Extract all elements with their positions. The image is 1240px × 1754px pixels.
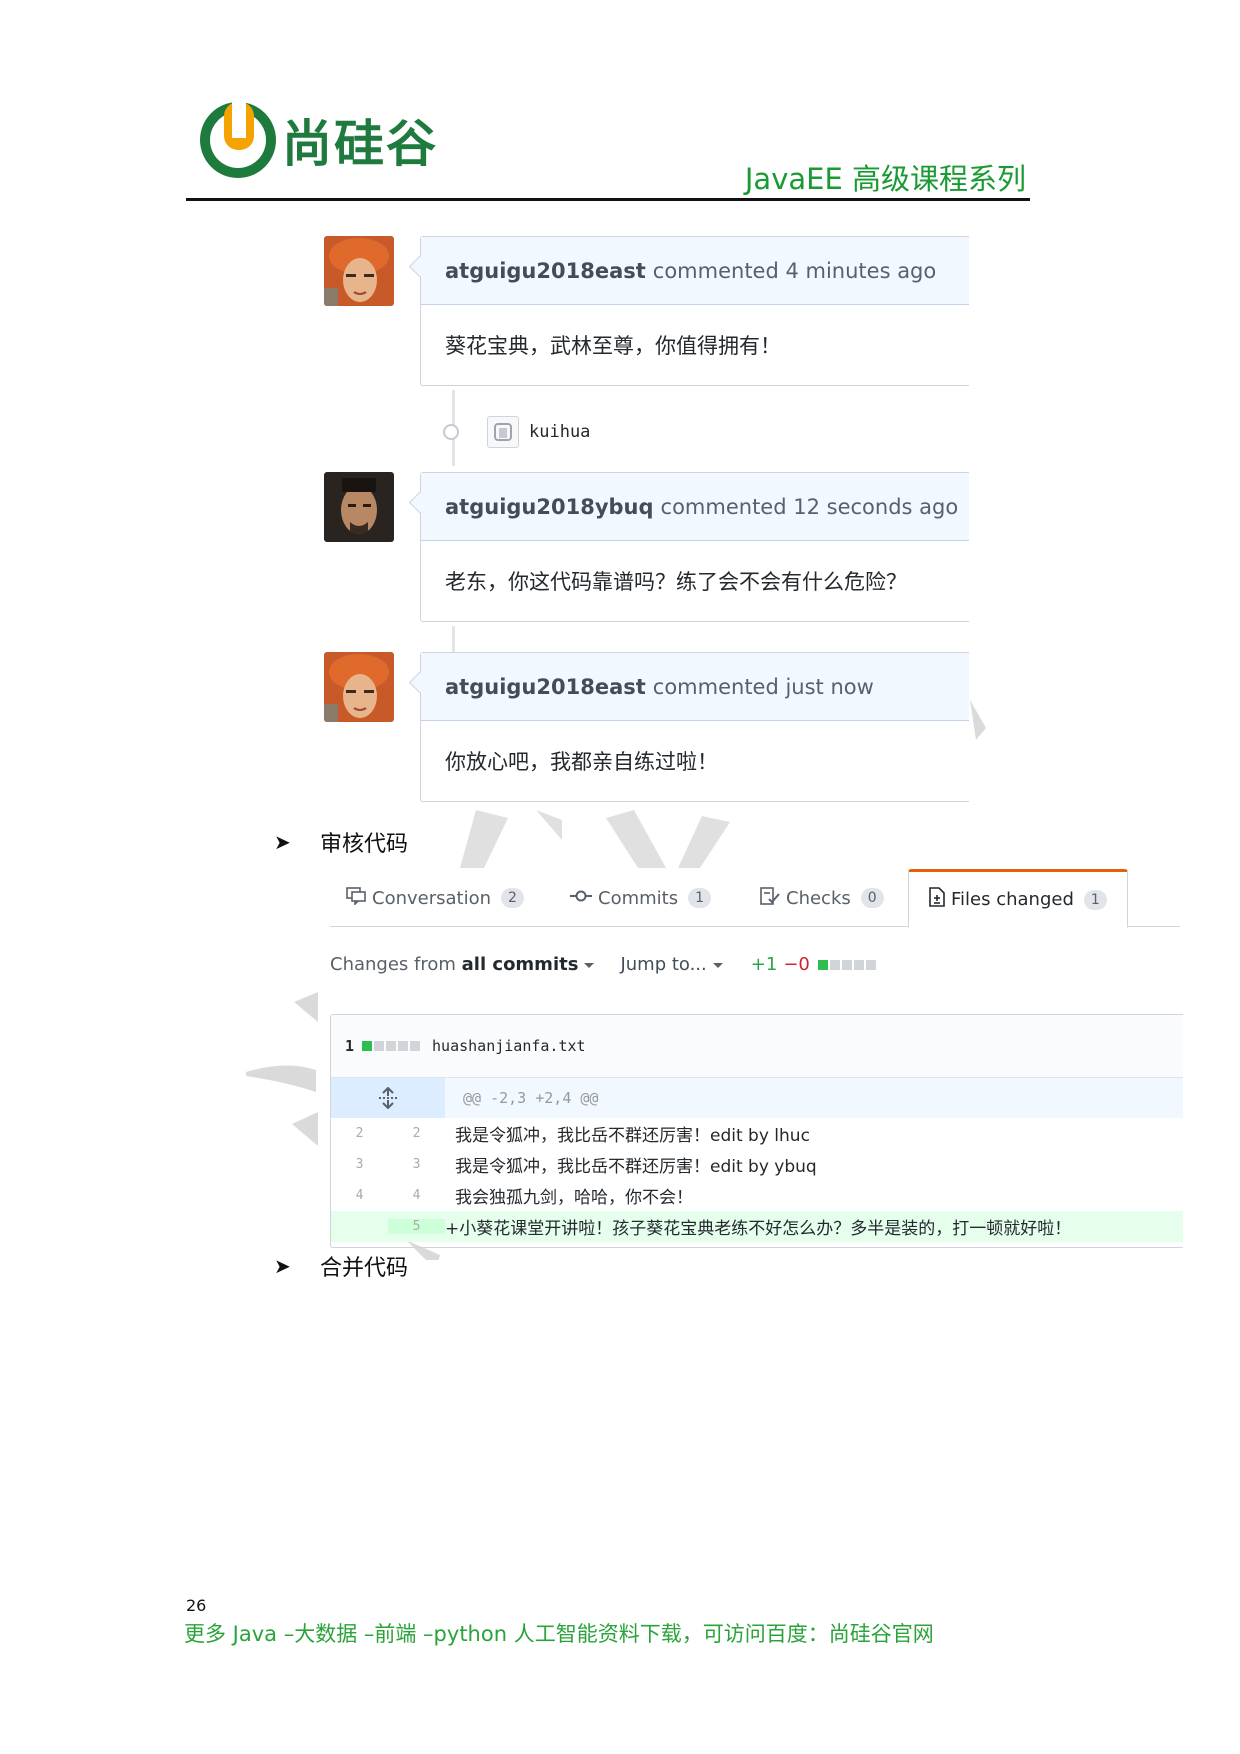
old-line-number[interactable]: 4 — [331, 1188, 388, 1203]
commit-icon — [570, 888, 592, 908]
logo-mark-icon — [200, 102, 276, 178]
line-content: 我是令狐冲，我比岳不群还厉害！edit by ybuq — [455, 1157, 817, 1177]
bullet-arrow-icon: ➤ — [274, 830, 291, 854]
avatar[interactable] — [324, 236, 394, 306]
commit-author-avatar[interactable] — [487, 416, 519, 448]
diff-line-added: 5 +小葵花课堂开讲啦！孩子葵花宝典老练不好怎么办？多半是装的，打一顿就好啦！ — [331, 1211, 1183, 1242]
deletions-count: −0 — [783, 954, 810, 975]
diff-line: 4 4 我会独孤九剑，哈哈，你不会！ — [331, 1180, 1183, 1211]
comment-meta[interactable]: commented 12 seconds ago — [661, 495, 959, 519]
timeline-connector — [452, 626, 455, 654]
file-header: 1 huashanjianfa.txt — [331, 1015, 1183, 1078]
diffstat-bar — [817, 959, 876, 970]
comment-header: atguigu2018east commented 4 minutes ago — [421, 237, 969, 305]
comment-meta[interactable]: commented 4 minutes ago — [653, 259, 936, 283]
comment-box: atguigu2018ybuq commented 12 seconds ago… — [408, 472, 969, 622]
file-change-count: 1 — [345, 1037, 355, 1055]
line-content: 我是令狐冲，我比岳不群还厉害！edit by lhuc — [455, 1126, 810, 1146]
timeline-event: kuihua — [440, 412, 590, 452]
section-review: ➤ 审核代码 — [274, 826, 408, 858]
new-line-number[interactable]: 3 — [388, 1157, 445, 1172]
pr-tabs: Conversation 2 Commits 1 Checks 0 Files … — [330, 869, 1180, 928]
tab-conversation[interactable]: Conversation 2 — [346, 870, 524, 926]
tab-label: Commits — [598, 887, 679, 909]
avatar-image — [324, 236, 394, 306]
commit-icon — [443, 424, 459, 440]
comment-author[interactable]: atguigu2018east — [445, 259, 646, 283]
comment-header: atguigu2018east commented just now — [421, 653, 969, 721]
jump-to-label: Jump to... — [620, 954, 707, 975]
avatar[interactable] — [324, 652, 394, 722]
tab-count: 0 — [860, 888, 884, 908]
tab-label: Checks — [786, 887, 851, 909]
tab-count: 1 — [1083, 889, 1107, 910]
chevron-down-icon — [584, 962, 595, 968]
comment-author[interactable]: atguigu2018ybuq — [445, 495, 654, 519]
comment-meta[interactable]: commented just now — [653, 675, 874, 699]
footer-text: 更多 Java –大数据 –前端 –python 人工智能资料下载，可访问百度：… — [184, 1622, 934, 1646]
changes-prefix: Changes from — [330, 954, 456, 975]
comment-body: 葵花宝典，武林至尊，你值得拥有！ — [445, 333, 781, 358]
new-line-number[interactable]: 4 — [388, 1188, 445, 1203]
comment-icon — [346, 886, 366, 910]
avatar[interactable] — [324, 472, 394, 542]
diff-line: 2 2 我是令狐冲，我比岳不群还厉害！edit by lhuc — [331, 1118, 1183, 1149]
tab-commits[interactable]: Commits 1 — [570, 870, 712, 926]
old-line-number[interactable]: 3 — [331, 1157, 388, 1172]
file-diff: 1 huashanjianfa.txt @@ -2,3 +2,4 @@ 2 2 … — [330, 1014, 1183, 1248]
tab-label: Conversation — [372, 887, 492, 909]
section-merge: ➤ 合并代码 — [274, 1250, 408, 1282]
comment-box: atguigu2018east commented 4 minutes ago … — [408, 236, 969, 386]
comment-body: 老东，你这代码靠谱吗？练了会不会有什么危险？ — [445, 569, 907, 594]
diff-line: 3 3 我是令狐冲，我比岳不群还厉害！edit by ybuq — [331, 1149, 1183, 1180]
header-divider — [186, 198, 1030, 201]
comment-body: 你放心吧，我都亲自练过啦！ — [445, 749, 718, 774]
file-name[interactable]: huashanjianfa.txt — [432, 1037, 586, 1055]
hunk-header: @@ -2,3 +2,4 @@ — [331, 1078, 1183, 1118]
tab-files-changed[interactable]: Files changed 1 — [908, 869, 1128, 928]
tab-count: 1 — [688, 888, 712, 908]
comment-header: atguigu2018ybuq commented 12 seconds ago — [421, 473, 969, 541]
bullet-arrow-icon: ➤ — [274, 1254, 291, 1278]
page-number: 26 — [186, 1596, 207, 1615]
chevron-down-icon — [712, 962, 723, 968]
tab-checks[interactable]: Checks 0 — [760, 870, 884, 926]
new-line-number[interactable]: 2 — [388, 1126, 445, 1141]
avatar-image — [324, 652, 394, 722]
comment-box: atguigu2018east commented just now 你放心吧，… — [408, 652, 969, 802]
section-title: 审核代码 — [320, 832, 409, 857]
hunk-range: @@ -2,3 +2,4 @@ — [463, 1089, 599, 1107]
line-content: 我会独孤九剑，哈哈，你不会！ — [455, 1188, 693, 1208]
section-title: 合并代码 — [320, 1256, 409, 1281]
changes-scope: all commits — [461, 954, 579, 975]
changes-dropdown[interactable]: Changes from all commits — [330, 954, 595, 975]
tab-count: 2 — [501, 888, 524, 908]
old-line-number[interactable]: 2 — [331, 1126, 388, 1141]
file-diff-icon — [929, 887, 945, 912]
checks-icon — [760, 886, 780, 910]
diff-toolbar: Changes from all commits Jump to... +1 −… — [330, 954, 876, 975]
commit-message[interactable]: kuihua — [529, 422, 590, 442]
file-diffstat-bar — [362, 1041, 421, 1051]
avatar-image — [324, 472, 394, 542]
additions-count: +1 — [750, 954, 778, 975]
logo-text: 尚硅谷 — [282, 115, 438, 173]
header-subtitle: JavaEE 高级课程系列 — [744, 162, 1026, 196]
jump-to-dropdown[interactable]: Jump to... — [620, 954, 723, 975]
identicon-icon — [494, 423, 512, 441]
new-line-number[interactable]: 5 — [388, 1219, 445, 1234]
comment-author[interactable]: atguigu2018east — [445, 675, 646, 699]
expand-icon[interactable] — [331, 1078, 445, 1118]
tab-label: Files changed — [951, 889, 1074, 910]
line-content: +小葵花课堂开讲啦！孩子葵花宝典老练不好怎么办？多半是装的，打一顿就好啦！ — [445, 1219, 1072, 1239]
